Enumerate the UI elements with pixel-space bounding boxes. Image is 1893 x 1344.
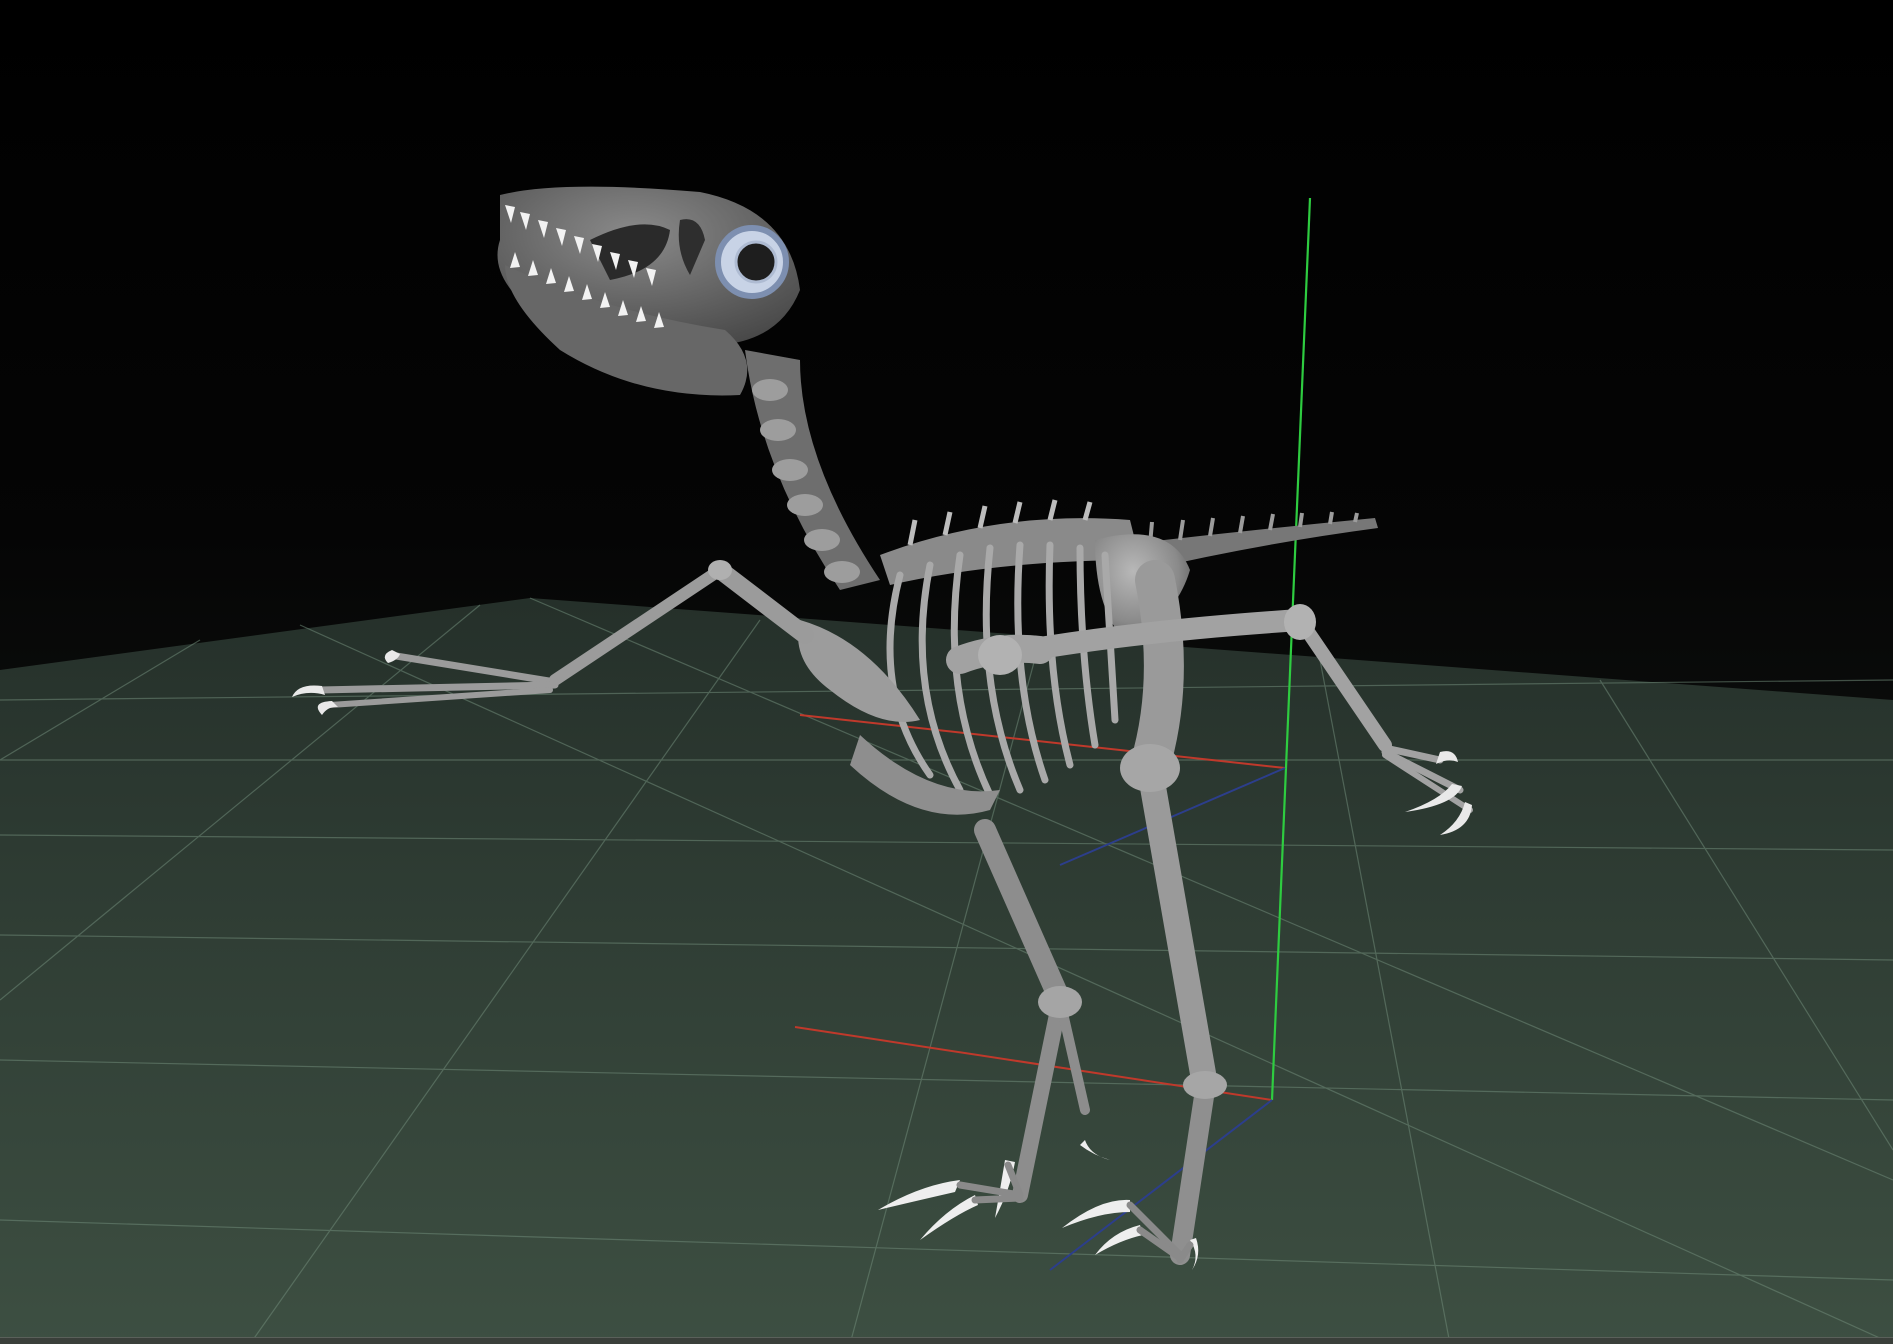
3d-viewport[interactable]: [0, 0, 1893, 1344]
far-knee-joint: [1038, 986, 1082, 1018]
eye-socket: [734, 240, 778, 284]
far-elbow-joint: [708, 560, 732, 580]
viewport-canvas[interactable]: [0, 0, 1893, 1344]
near-shoulder-joint: [978, 635, 1022, 675]
floor-plane: [0, 598, 1893, 1344]
viewport-bottom-edge: [0, 1337, 1893, 1344]
near-ankle-joint: [1183, 1071, 1227, 1099]
near-knee-joint: [1120, 744, 1180, 792]
near-elbow-joint: [1284, 604, 1316, 640]
